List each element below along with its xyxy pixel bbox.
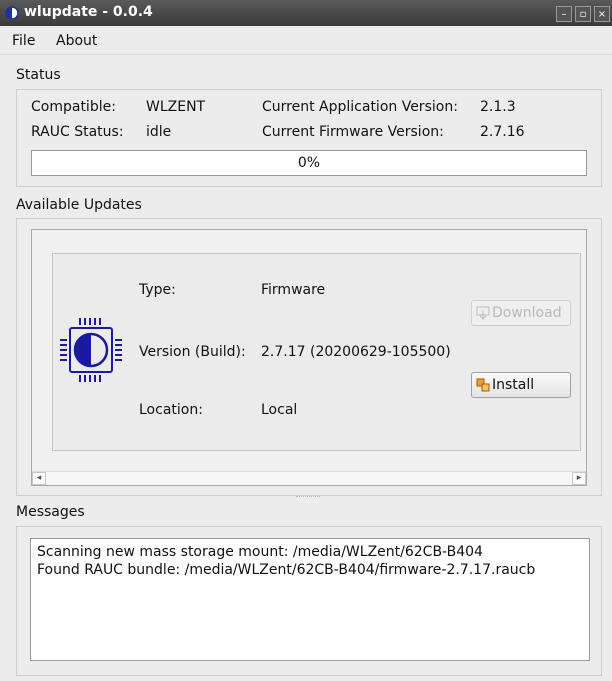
horizontal-scrollbar[interactable]: ◂ ▸ [32, 471, 586, 485]
menu-bar: File About [0, 30, 612, 54]
update-type-value: Firmware [261, 282, 326, 298]
menu-file[interactable]: File [12, 33, 35, 49]
close-button[interactable]: × [594, 6, 610, 22]
update-version-value: 2.7.17 (20200629-105500) [261, 344, 451, 360]
rauc-status-label: RAUC Status: [31, 124, 124, 140]
install-label: Install [492, 377, 535, 393]
compatible-value: WLZENT [146, 99, 206, 115]
splitter-handle[interactable] [296, 496, 320, 500]
update-location-label: Location: [139, 402, 203, 418]
download-button[interactable]: Download [471, 300, 571, 326]
progress-text: 0% [297, 155, 321, 171]
app-icon [5, 6, 19, 20]
status-section-label: Status [16, 67, 61, 83]
messages-log[interactable]: Scanning new mass storage mount: /media/… [30, 538, 590, 661]
message-line: Found RAUC bundle: /media/WLZent/62CB-B4… [37, 562, 536, 578]
updates-section-label: Available Updates [16, 197, 142, 213]
progress-bar: 0% [31, 150, 587, 176]
fw-version-value: 2.7.16 [480, 124, 525, 140]
download-label: Download [492, 305, 562, 321]
update-type-label: Type: [139, 282, 176, 298]
restore-button[interactable]: ▫ [575, 6, 591, 22]
install-button[interactable]: Install [471, 372, 571, 398]
app-version-label: Current Application Version: [262, 99, 458, 115]
minimize-button[interactable]: – [556, 6, 572, 22]
menu-about[interactable]: About [56, 33, 97, 49]
app-version-value: 2.1.3 [480, 99, 516, 115]
fw-version-label: Current Firmware Version: [262, 124, 444, 140]
firmware-chip-icon [60, 318, 122, 382]
window-title: wlupdate - 0.0.4 [24, 4, 153, 20]
menu-divider [0, 54, 612, 55]
scroll-left-icon[interactable]: ◂ [32, 472, 46, 485]
rauc-status-value: idle [146, 124, 172, 140]
messages-section-label: Messages [16, 504, 85, 520]
scroll-right-icon[interactable]: ▸ [572, 472, 586, 485]
window-titlebar[interactable]: wlupdate - 0.0.4 – ▫ × [0, 0, 612, 26]
compatible-label: Compatible: [31, 99, 116, 115]
message-line: Scanning new mass storage mount: /media/… [37, 544, 483, 560]
update-version-label: Version (Build): [139, 344, 246, 360]
update-location-value: Local [261, 402, 298, 418]
install-icon [476, 378, 490, 392]
download-icon [476, 306, 490, 320]
